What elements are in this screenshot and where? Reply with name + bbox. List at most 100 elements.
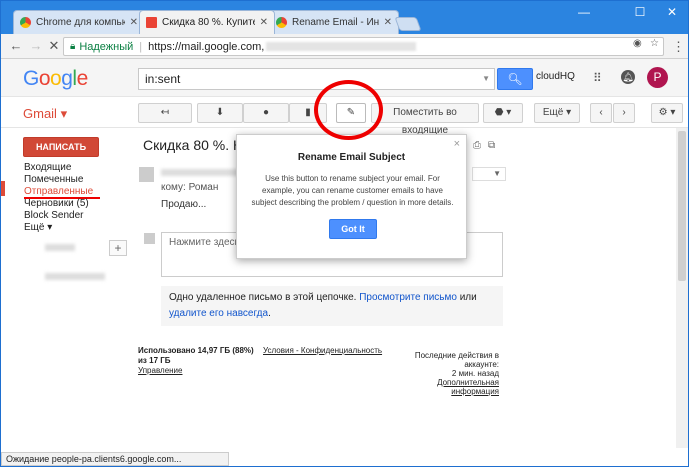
search-input[interactable]: in:sent ▼ <box>138 68 495 90</box>
tab-gmail[interactable]: Скидка 80 %. Купите ме ✕ <box>139 10 275 34</box>
label-icon: ⬣ ▾ <box>494 107 512 118</box>
back-arrow-icon[interactable]: ← <box>9 39 23 53</box>
notice-text: . <box>268 308 271 319</box>
back-arrow-icon: ↤ <box>160 107 170 118</box>
scrollbar-thumb[interactable] <box>678 131 686 281</box>
status-bar: Ожидание people-pa.clients6.google.com..… <box>1 452 229 466</box>
apps-grid-icon[interactable]: ⠿ <box>593 71 602 85</box>
selected-indicator <box>1 181 5 196</box>
eye-icon[interactable]: ◉ <box>633 38 642 49</box>
chevron-down-icon[interactable]: ▼ <box>482 69 490 89</box>
print-icon[interactable]: ⎙ <box>473 140 481 151</box>
account-label[interactable]: cloudHQ <box>536 71 575 82</box>
labels-button[interactable]: ⬣ ▾ <box>483 103 523 123</box>
tab-rename-email[interactable]: Rename Email - Интерн ✕ <box>269 10 399 34</box>
report-spam-button[interactable]: ● <box>243 103 289 123</box>
new-window-icon[interactable]: ⧉ <box>488 140 495 151</box>
blurred-url-segment <box>266 42 417 51</box>
recipient-label: кому: Роман <box>161 182 219 193</box>
delete-forever-link[interactable]: удалите его навсегда <box>169 308 268 319</box>
close-icon[interactable]: ✕ <box>384 17 392 28</box>
storage-text: Использовано 14,97 ГБ (88%) из 17 ГБ <box>138 346 254 365</box>
archive-icon: ⬇ <box>215 107 225 118</box>
sidebar-item-sent[interactable]: Отправленные <box>24 186 93 197</box>
gmail-menu[interactable]: Gmail ▾ <box>23 106 67 122</box>
search-button[interactable]: 🔍︎ <box>497 68 533 90</box>
divider: | <box>139 40 143 53</box>
popup-title: Rename Email Subject <box>297 152 406 163</box>
close-icon[interactable]: ✕ <box>260 17 268 28</box>
rename-subject-popup: × Rename Email Subject Use this button t… <box>236 134 467 259</box>
close-icon[interactable]: × <box>454 138 460 150</box>
gmail-label: Gmail <box>23 106 57 121</box>
blurred-contact <box>45 273 105 280</box>
tab-strip: Chrome для компьютер ✕ Скидка 80 %. Купи… <box>1 1 688 34</box>
sidebar-item-starred[interactable]: Помеченные <box>24 174 83 185</box>
account-activity: Последние действия в аккаунте: 2 мин. на… <box>389 351 499 396</box>
secure-label: Надежный <box>79 40 134 53</box>
sender-avatar <box>139 167 154 182</box>
notice-text: Одно удаленное письмо в этой цепочке. <box>169 292 357 303</box>
notice-text: или <box>459 292 477 303</box>
activity-label: Последние действия в аккаунте: <box>414 351 499 369</box>
deleted-message-notice: Одно удаленное письмо в этой цепочке. Пр… <box>161 286 503 326</box>
tab-label: Chrome для компьютер <box>36 17 125 28</box>
sidebar-item-inbox[interactable]: Входящие <box>24 162 71 173</box>
add-contact-button[interactable]: + <box>109 240 127 256</box>
chevron-left-icon: ‹ <box>599 107 603 118</box>
blurred-contact <box>45 244 75 251</box>
url-text: https://mail.google.com, <box>148 40 265 53</box>
chevron-right-icon: › <box>622 107 626 118</box>
previous-button[interactable]: ‹ <box>590 103 612 123</box>
chrome-icon <box>20 17 31 28</box>
activity-time: 2 мин. назад <box>451 369 499 378</box>
terms-privacy-link[interactable]: Условия - Конфиденциальность <box>263 346 382 355</box>
manage-link[interactable]: Управление <box>138 366 256 376</box>
browser-toolbar: ← → ✕ 🔒︎ Надежный | https://mail.google.… <box>1 34 688 59</box>
archive-button[interactable]: ⬇ <box>197 103 243 123</box>
new-tab-button[interactable] <box>394 17 422 31</box>
next-button[interactable]: › <box>613 103 635 123</box>
settings-button[interactable]: ⚙ ▾ <box>651 103 683 123</box>
back-button[interactable]: ↤ <box>138 103 192 123</box>
details-link[interactable]: Дополнительная информация <box>389 378 499 396</box>
compose-button[interactable]: НАПИСАТЬ <box>23 137 99 157</box>
address-bar[interactable]: 🔒︎ Надежный | https://mail.google.com, <box>63 37 664 56</box>
sidebar-item-drafts[interactable]: Черновики (5) <box>24 198 89 209</box>
storage-usage: Использовано 14,97 ГБ (88%) из 17 ГБ Упр… <box>138 346 256 376</box>
user-avatar <box>144 233 155 244</box>
highlight-circle-annotation <box>314 80 383 140</box>
minimize-button[interactable]: — <box>573 5 595 19</box>
maximize-button[interactable]: ☐ <box>629 5 651 19</box>
popup-body: Use this button to rename subject your e… <box>251 174 454 207</box>
tab-chrome[interactable]: Chrome для компьютер ✕ <box>13 10 145 34</box>
more-label: Ещё <box>542 107 564 118</box>
move-to-inbox-button[interactable]: Поместить во входящие <box>371 103 479 136</box>
gmail-icon <box>146 17 157 28</box>
close-window-button[interactable]: ✕ <box>661 5 683 19</box>
gear-icon: ⚙ ▾ <box>658 107 676 118</box>
trash-icon: ▮ <box>305 107 311 118</box>
search-icon: 🔍︎ <box>507 72 523 86</box>
forward-arrow-icon[interactable]: → <box>29 39 43 53</box>
email-snippet: Продаю... <box>161 199 207 210</box>
google-logo[interactable]: Google <box>23 67 88 91</box>
menu-icon[interactable]: ⋮ <box>672 39 685 55</box>
alert-icon: ● <box>262 107 270 118</box>
got-it-button[interactable]: Got It <box>329 219 377 239</box>
tab-label: Скидка 80 %. Купите ме <box>162 17 255 28</box>
search-query: in:sent <box>145 72 181 86</box>
view-message-link[interactable]: Просмотрите письмо <box>359 292 457 303</box>
sidebar-item-block-sender[interactable]: Block Sender <box>24 210 83 221</box>
reply-placeholder: Нажмите здесь, <box>169 237 243 248</box>
more-button[interactable]: Ещё ▾ <box>534 103 580 123</box>
avatar[interactable]: P <box>647 67 668 88</box>
browser-window: Chrome для компьютер ✕ Скидка 80 %. Купи… <box>0 0 689 467</box>
sidebar-item-more[interactable]: Ещё ▾ <box>24 222 52 233</box>
close-icon[interactable]: ✕ <box>130 17 138 28</box>
tab-label: Rename Email - Интерн <box>292 17 379 28</box>
stop-loading-icon[interactable]: ✕ <box>47 39 61 53</box>
reply-button[interactable]: ▼ <box>472 167 506 181</box>
star-icon[interactable]: ☆ <box>650 38 659 49</box>
notifications-icon[interactable]: 🔔︎ <box>621 70 635 84</box>
